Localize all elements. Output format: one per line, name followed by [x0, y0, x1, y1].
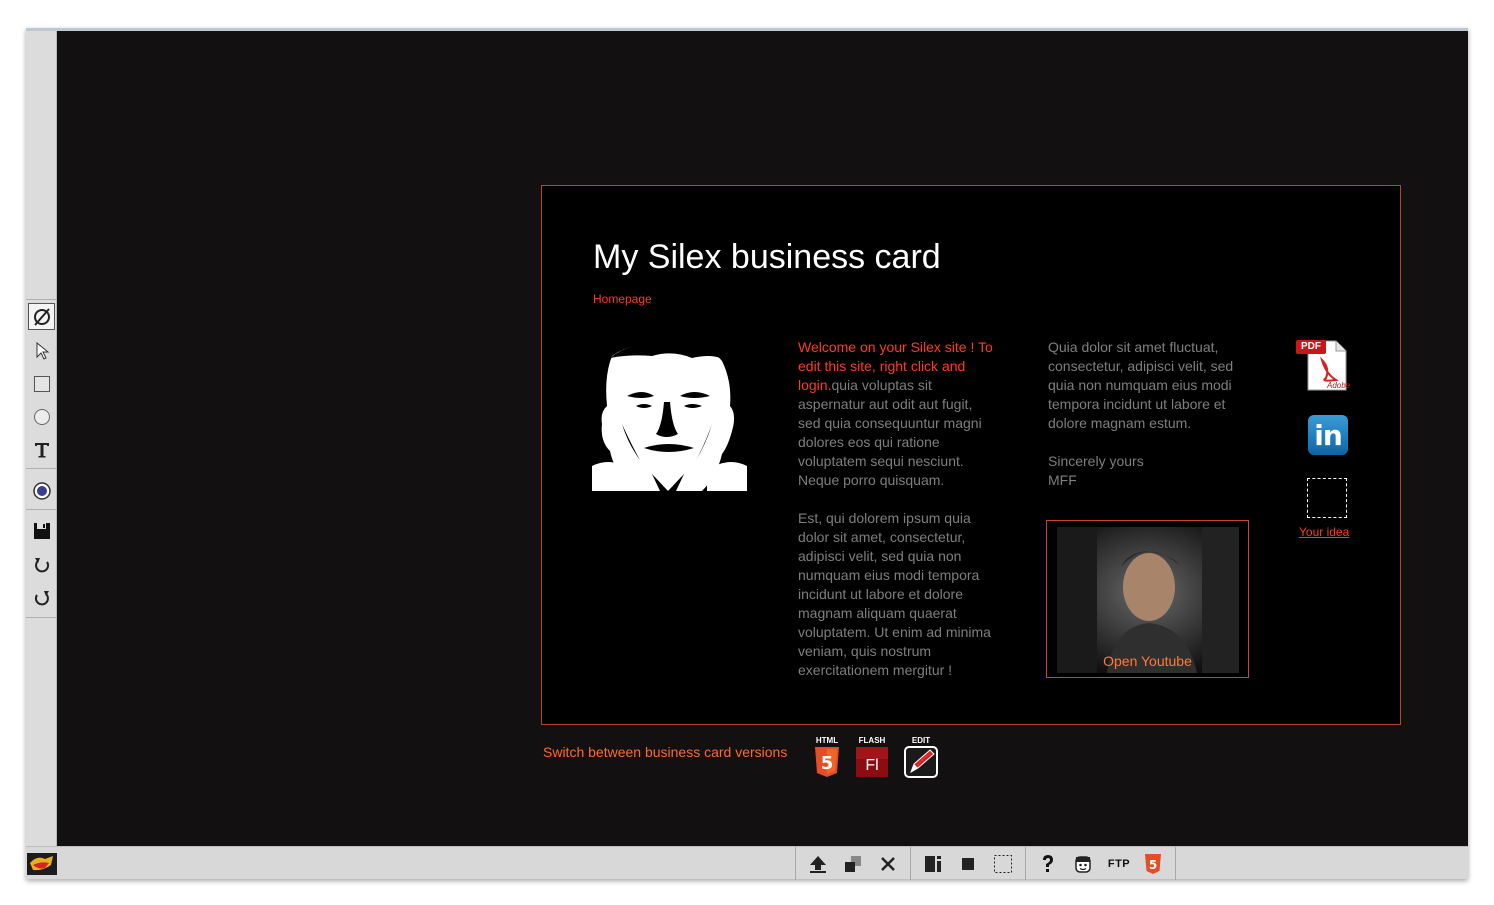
pointer-icon	[36, 341, 49, 360]
toolbar-divider	[910, 847, 911, 880]
save-button[interactable]	[28, 517, 55, 544]
panel-icon	[925, 856, 941, 872]
toolbar-divider	[26, 468, 57, 469]
html5-icon: 5	[1145, 854, 1161, 874]
delete-button[interactable]	[876, 853, 900, 875]
version-tag: HTML	[815, 736, 839, 745]
save-icon	[33, 522, 50, 539]
html5-glyph: 5	[1149, 858, 1157, 872]
user-button[interactable]	[1071, 853, 1095, 875]
toolbar-divider	[26, 617, 57, 618]
html5-icon: 5	[815, 747, 839, 777]
no-selection-icon	[33, 307, 50, 326]
fill-button[interactable]	[956, 853, 980, 875]
help-icon	[1043, 855, 1053, 872]
youtube-video-box[interactable]: Open Youtube	[1046, 520, 1249, 678]
page-title: My Silex business card	[593, 238, 941, 276]
help-button[interactable]	[1036, 853, 1060, 875]
circle-icon	[33, 408, 50, 425]
toolbar-divider	[795, 847, 796, 880]
intro-paragraph: Welcome on your Silex site ! To edit thi…	[798, 338, 998, 490]
open-youtube-link[interactable]: Open Youtube	[1047, 653, 1248, 669]
toolbar-divider	[26, 509, 57, 510]
version-tag: EDIT	[911, 736, 931, 745]
editor-stage[interactable]: My Silex business card Homepage Welcome …	[57, 31, 1468, 846]
selection-icon	[994, 855, 1012, 873]
intro-text: quia voluptas sit aspernatur aut odit au…	[798, 377, 982, 488]
silex-logo-icon	[27, 853, 57, 875]
edit-pencil-icon	[904, 746, 938, 778]
toolbar-divider	[1025, 847, 1026, 880]
version-tag: FLASH	[858, 736, 886, 745]
rectangle-tool-button[interactable]	[28, 370, 55, 397]
text-icon	[34, 442, 49, 457]
flash-version-button[interactable]: FLASH Fl	[854, 736, 890, 778]
close-icon	[881, 857, 895, 871]
redo-icon	[34, 590, 49, 605]
body-paragraph: Est, qui dolorem ipsum quia dolor sit am…	[798, 510, 991, 678]
record-tool-button[interactable]	[28, 477, 55, 504]
toolbar-divider	[26, 299, 57, 300]
your-idea-link[interactable]: Your idea	[1299, 525, 1349, 539]
text-tool-button[interactable]	[28, 436, 55, 463]
idea-placeholder-box[interactable]	[1307, 478, 1347, 518]
flash-glyph: Fl	[865, 757, 878, 774]
arrange-button[interactable]	[841, 853, 865, 875]
linkedin-icon: in	[1314, 418, 1343, 452]
upload-icon	[810, 856, 826, 873]
selection-frame-button[interactable]	[991, 853, 1015, 875]
undo-button[interactable]	[28, 551, 55, 578]
homepage-link[interactable]: Homepage	[593, 292, 652, 306]
business-card[interactable]: My Silex business card Homepage Welcome …	[541, 185, 1401, 725]
flash-icon: Fl	[856, 747, 888, 777]
upload-button[interactable]	[806, 853, 830, 875]
html5-export-button[interactable]: 5	[1141, 853, 1165, 875]
pdf-badge: PDF	[1296, 340, 1326, 354]
ftp-button[interactable]: FTP	[1104, 853, 1134, 875]
circle-tool-button[interactable]	[28, 403, 55, 430]
info-paragraph: Quia dolor sit amet fluctuat, consectetu…	[1048, 339, 1234, 431]
no-selection-tool-button[interactable]	[28, 303, 55, 330]
welcome-text-column: Welcome on your Silex site ! To edit thi…	[798, 338, 998, 680]
linkedin-button[interactable]: in	[1308, 415, 1348, 455]
undo-icon	[34, 557, 49, 572]
html5-version-button[interactable]: HTML 5	[809, 736, 845, 778]
ftp-icon: FTP	[1107, 858, 1131, 870]
avatar-icon	[1075, 856, 1091, 873]
fill-icon	[962, 858, 974, 870]
signature: MFF	[1048, 472, 1077, 488]
app-window: My Silex business card Homepage Welcome …	[26, 28, 1468, 880]
record-icon	[32, 481, 51, 500]
portrait-image[interactable]	[592, 336, 747, 491]
pdf-download-button[interactable]: Adobe PDF	[1296, 338, 1351, 392]
redo-button[interactable]	[28, 584, 55, 611]
toolbar-divider	[1175, 847, 1176, 880]
html5-glyph: 5	[821, 753, 834, 774]
silex-logo[interactable]	[27, 853, 57, 875]
arrange-icon	[845, 856, 861, 872]
video-thumbnail	[1057, 527, 1239, 673]
pointer-tool-button[interactable]	[28, 337, 55, 364]
rectangle-icon	[33, 375, 50, 392]
pdf-brand-label: Adobe	[1326, 381, 1350, 390]
switch-versions-label: Switch between business card versions	[543, 744, 788, 760]
info-text-column: Quia dolor sit amet fluctuat, consectetu…	[1048, 338, 1258, 490]
properties-panel-button[interactable]	[921, 853, 945, 875]
edit-version-button[interactable]: EDIT	[903, 736, 939, 778]
bottom-toolbar: FTP 5	[26, 846, 1468, 880]
sign-off: Sincerely yours	[1048, 453, 1144, 469]
left-toolbar	[26, 31, 57, 846]
